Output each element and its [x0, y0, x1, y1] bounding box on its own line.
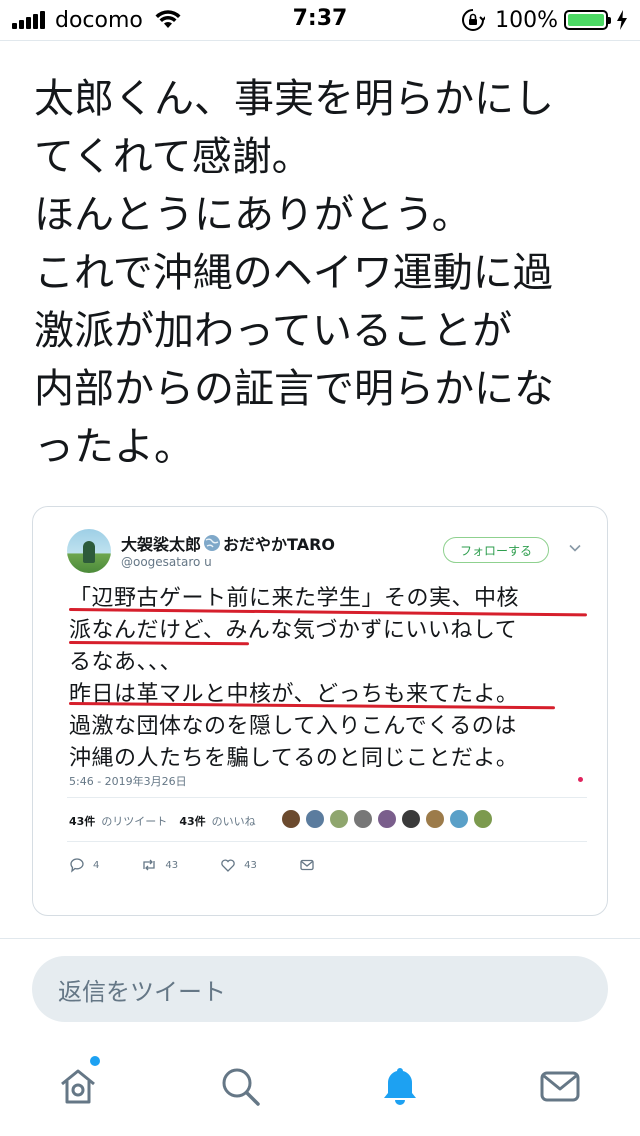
unread-dot [90, 1056, 100, 1066]
follow-button[interactable]: フォローする [443, 537, 549, 563]
retweet-count: 43 [165, 859, 179, 871]
liker-avatar [305, 809, 325, 829]
tweet-text: 太郎くん、事実を明らかにし てくれて感謝。 ほんとうにありがとう。 これで沖縄の… [34, 76, 554, 470]
retweet-action[interactable]: 43 [141, 857, 178, 873]
dm-action[interactable] [299, 857, 323, 873]
quoted-tweet-card[interactable]: 大袈裟太郎 おだやかTARO @oogesataro u フォローする 「辺野古… [32, 506, 608, 916]
tab-messages[interactable] [538, 1064, 582, 1108]
notifications-icon [384, 1068, 416, 1105]
like-count: 43 [244, 859, 257, 871]
globe-icon [204, 535, 221, 551]
liker-avatar [401, 809, 421, 829]
likes-label: のいいね [211, 815, 256, 828]
liker-avatar [377, 809, 397, 829]
tab-search[interactable] [218, 1064, 262, 1108]
status-bar: docomo 7:37 100% [0, 0, 640, 40]
quoted-actions: 4 43 43 [69, 857, 365, 873]
mail-icon [300, 859, 314, 871]
search-icon [222, 1068, 260, 1106]
likes-count: 43件 [179, 815, 206, 828]
quoted-name-part2: おだやかTARO [223, 535, 335, 554]
reply-action[interactable]: 4 [69, 857, 99, 873]
rotation-lock-icon [462, 9, 486, 31]
liker-avatar [425, 809, 445, 829]
reply-icon [70, 858, 84, 873]
tab-notifications[interactable] [378, 1064, 422, 1108]
quoted-handle: @oogesataro u [121, 555, 212, 569]
home-icon [61, 1069, 95, 1104]
reply-divider [0, 938, 640, 939]
status-right: 100% [461, 6, 628, 34]
quoted-separator [67, 841, 587, 842]
heart-icon [221, 859, 235, 872]
quoted-date: 5:46 - 2019年3月26日 [69, 775, 187, 788]
reply-count: 4 [93, 859, 100, 871]
quoted-name-part1: 大袈裟太郎 [121, 535, 202, 554]
chevron-down-icon[interactable] [568, 541, 582, 555]
liker-avatar [353, 809, 373, 829]
status-divider [0, 40, 640, 41]
tab-home[interactable] [56, 1064, 100, 1108]
bottom-tab-bar [0, 1040, 640, 1136]
battery-percent: 100% [495, 7, 558, 33]
quoted-separator [67, 797, 587, 798]
retweets-label: のリツイート [101, 815, 168, 828]
like-action[interactable]: 43 [220, 857, 257, 873]
charging-icon [617, 10, 627, 30]
retweet-icon [143, 859, 156, 871]
battery-icon [564, 10, 611, 30]
reply-placeholder: 返信をツイート [58, 977, 226, 1006]
likers-avatars [281, 809, 497, 829]
quoted-stats: 43件 のリツイート 43件 のいいね [69, 813, 262, 829]
messages-icon [540, 1071, 580, 1102]
red-dot-mark [578, 777, 583, 782]
liker-avatar [281, 809, 301, 829]
liker-avatar [329, 809, 349, 829]
retweets-count: 43件 [69, 815, 96, 828]
quoted-avatar [67, 529, 111, 573]
reply-input[interactable]: 返信をツイート [32, 956, 608, 1022]
quoted-display-name: 大袈裟太郎 おだやかTARO [121, 531, 335, 555]
liker-avatar [449, 809, 469, 829]
liker-avatar [473, 809, 493, 829]
